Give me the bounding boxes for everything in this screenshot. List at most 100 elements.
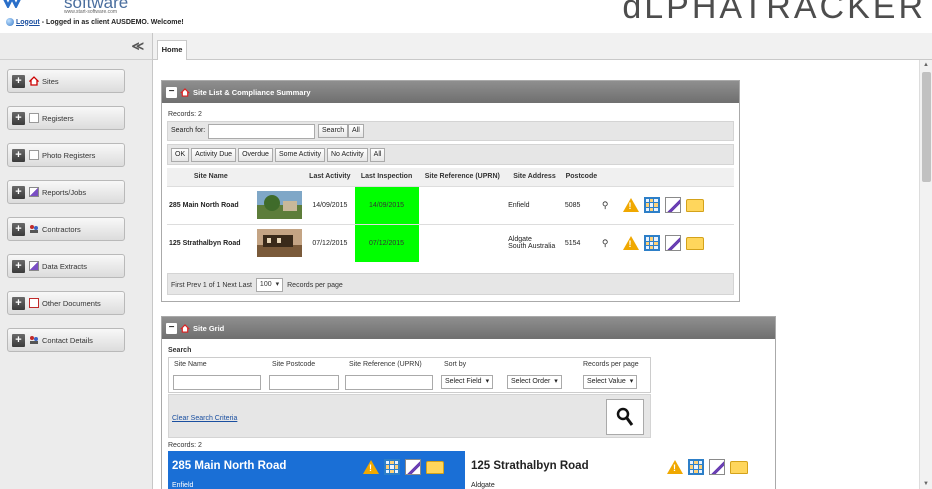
scrollbar-thumb[interactable] — [922, 72, 931, 182]
warning-icon[interactable] — [363, 460, 379, 474]
sidebar-item-data-extracts[interactable]: + Data Extracts — [7, 254, 125, 278]
sort-order-select[interactable]: Select Order ▾ — [507, 375, 562, 389]
expand-icon[interactable]: + — [12, 185, 25, 199]
select-order-value: Select Order — [511, 378, 551, 385]
warning-icon[interactable] — [667, 460, 683, 474]
magnifier-icon[interactable]: ⚲ — [599, 223, 621, 262]
logout-link[interactable]: Logout — [16, 19, 40, 26]
edit-note-icon[interactable] — [664, 235, 681, 252]
sidebar-item-label: Contact Details — [42, 335, 93, 345]
site-name-input[interactable] — [173, 375, 261, 390]
warning-icon[interactable] — [622, 198, 639, 212]
site-address: Aldgate South Australia — [506, 223, 563, 262]
column-header[interactable]: Postcode — [562, 168, 600, 186]
expand-icon[interactable]: + — [12, 296, 25, 310]
sidebar-item-registers[interactable]: + Registers — [7, 106, 125, 130]
search-fields: Site Name Site Postcode Site Reference (… — [168, 357, 651, 393]
column-header[interactable]: Last Activity — [305, 168, 355, 186]
panel-title: Site List & Compliance Summary — [193, 87, 311, 97]
last-inspection: 07/12/2015 — [354, 223, 419, 262]
row-actions — [622, 235, 732, 252]
register-grid-icon[interactable] — [688, 459, 704, 475]
scroll-up-icon[interactable]: ▲ — [923, 62, 929, 68]
expand-icon[interactable]: + — [12, 259, 25, 273]
site-thumbnail[interactable] — [254, 185, 306, 224]
table-row[interactable]: 125 Strathalbyn Road 07/12/2015 07/12/20… — [167, 223, 734, 262]
document-icon — [29, 298, 39, 308]
search-input[interactable] — [208, 124, 315, 139]
site-thumbnail[interactable] — [254, 223, 306, 262]
warning-icon[interactable] — [622, 236, 639, 251]
all-button[interactable]: All — [348, 124, 364, 138]
filter-some-activity-button[interactable]: Some Activity — [274, 148, 325, 162]
collapse-panel-icon[interactable]: − — [166, 86, 177, 98]
site-card[interactable]: 125 Strathalbyn Road Aldgate — [467, 451, 767, 489]
records-per-page-select[interactable]: Select Value ▾ — [583, 375, 638, 389]
filter-ok-button[interactable]: OK — [171, 148, 190, 162]
site-postcode-input[interactable] — [269, 375, 339, 390]
sidebar-item-reports-jobs[interactable]: + Reports/Jobs — [7, 180, 125, 204]
expand-icon[interactable]: + — [12, 111, 25, 125]
column-header-search — [599, 168, 621, 186]
filter-no-activity-button[interactable]: No Activity — [326, 148, 368, 162]
expand-icon[interactable]: + — [12, 74, 25, 88]
collapse-panel-icon[interactable]: − — [166, 322, 177, 334]
sidebar-item-photo-registers[interactable]: + Photo Registers — [7, 143, 125, 167]
sidebar-item-contractors[interactable]: + Contractors — [7, 217, 125, 241]
search-button[interactable]: Search — [318, 124, 349, 138]
vertical-scrollbar[interactable]: ▲ ▼ — [919, 60, 932, 489]
site-list-header: − Site List & Compliance Summary — [162, 81, 739, 103]
last-inspection: 14/09/2015 — [354, 185, 419, 224]
site-card[interactable]: 285 Main North Road Enfield — [168, 451, 465, 489]
site-reference-input[interactable] — [345, 375, 433, 390]
records-per-page-select[interactable]: 100 ▾ — [255, 278, 284, 292]
contacts-icon — [30, 336, 38, 344]
sort-field-select[interactable]: Select Field ▾ — [441, 375, 494, 389]
edit-note-icon[interactable] — [664, 197, 681, 213]
grid-search-button[interactable] — [606, 399, 644, 435]
house-icon — [180, 323, 190, 333]
column-header[interactable]: Site Reference (UPRN) — [418, 168, 507, 186]
site-name[interactable]: 125 Strathalbyn Road — [167, 223, 255, 262]
filter-overdue-button[interactable]: Overdue — [238, 148, 273, 162]
table-row[interactable]: 285 Main North Road 14/09/2015 14/09/201… — [167, 185, 734, 224]
folder-icon[interactable] — [685, 236, 704, 250]
search-bar: Search for: Search All — [167, 121, 734, 141]
site-name[interactable]: 285 Main North Road — [167, 185, 255, 224]
register-grid-icon[interactable] — [643, 235, 660, 252]
edit-note-icon[interactable] — [709, 459, 725, 475]
login-text: - Logged in as client AUSDEMO. Welcome! — [41, 18, 184, 26]
collapse-sidebar-icon[interactable]: ≪ — [131, 39, 144, 53]
expand-icon[interactable]: + — [12, 333, 25, 347]
edit-note-icon[interactable] — [405, 459, 421, 475]
clear-search-link[interactable]: Clear Search Criteria — [172, 415, 237, 422]
column-header[interactable]: Last Inspection — [354, 168, 419, 186]
expand-icon[interactable]: + — [12, 148, 25, 162]
register-grid-icon[interactable] — [643, 197, 660, 213]
folder-icon[interactable] — [685, 198, 704, 212]
folder-icon[interactable] — [730, 460, 748, 474]
filter-all-button[interactable]: All — [369, 148, 386, 162]
site-card-title[interactable]: 125 Strathalbyn Road — [471, 460, 589, 472]
column-header[interactable]: Site Address — [506, 168, 563, 186]
filter-activity-due-button[interactable]: Activity Due — [191, 148, 237, 162]
magnifier-icon[interactable]: ⚲ — [599, 185, 621, 224]
logo-icon — [3, 0, 21, 8]
expand-icon[interactable]: + — [12, 222, 25, 236]
register-grid-icon[interactable] — [384, 459, 400, 475]
site-card-title[interactable]: 285 Main North Road — [172, 460, 286, 472]
select-value: Select Value — [587, 378, 626, 385]
site-photo-image — [256, 229, 302, 258]
sidebar-item-contact-details[interactable]: + Contact Details — [7, 328, 125, 352]
search-label: Search for: — [171, 127, 206, 134]
scroll-down-icon[interactable]: ▼ — [923, 481, 929, 487]
pager-links[interactable]: First Prev 1 of 1 Next Last — [171, 282, 252, 289]
per-page-label: Records per page — [287, 281, 343, 289]
tab-home[interactable]: Home — [157, 40, 187, 60]
sidebar-item-other-documents[interactable]: + Other Documents — [7, 291, 125, 315]
sidebar-item-sites[interactable]: + Sites — [7, 69, 125, 93]
row-actions — [622, 197, 732, 213]
site-uprn — [418, 185, 507, 224]
column-header[interactable]: Site Name — [167, 168, 255, 186]
folder-icon[interactable] — [426, 460, 444, 474]
